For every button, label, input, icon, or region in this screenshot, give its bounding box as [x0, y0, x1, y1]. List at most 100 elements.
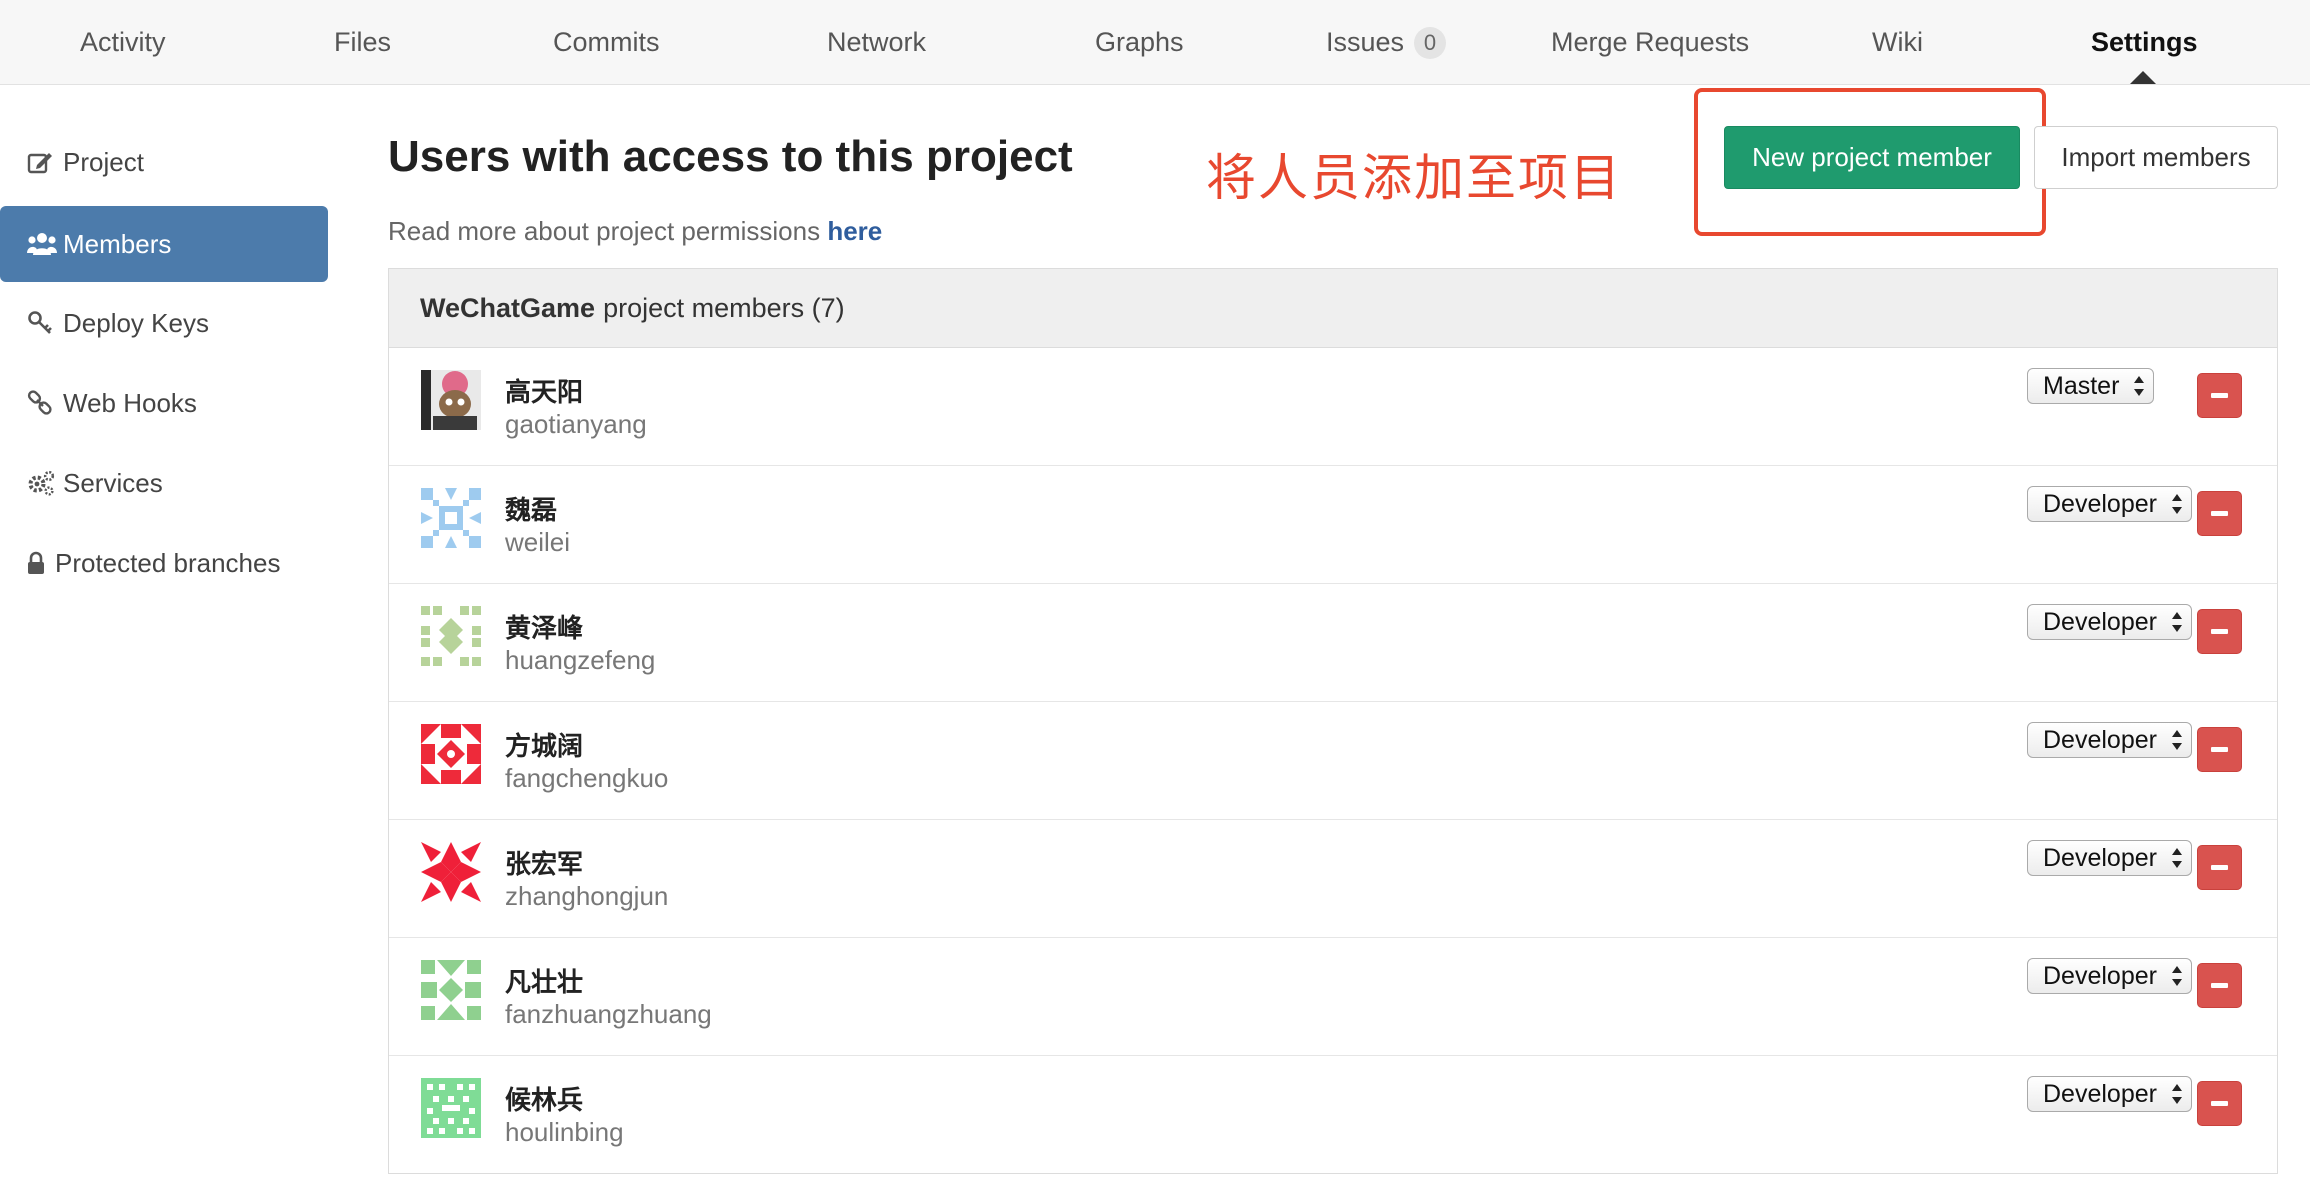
tab-wiki[interactable]: Wiki [1872, 0, 1923, 85]
member-username: gaotianyang [505, 409, 647, 439]
access-level-value: Developer [2043, 843, 2157, 872]
remove-member-button[interactable] [2197, 845, 2242, 890]
member-row: 凡壮壮 fanzhuangzhuang Developer [389, 938, 2277, 1056]
access-level-select[interactable]: Developer [2027, 1076, 2192, 1112]
active-tab-caret-icon [2130, 71, 2156, 84]
select-arrows-icon [2171, 847, 2183, 869]
select-arrows-icon [2171, 493, 2183, 515]
key-icon [27, 310, 59, 336]
permissions-help: Read more about project permissions here [388, 216, 882, 247]
access-level-select[interactable]: Master [2027, 368, 2155, 404]
tab-issues[interactable]: Issues 0 [1326, 0, 1447, 85]
member-name: 候林兵 [505, 1085, 584, 1115]
sidebar-item-label: Deploy Keys [63, 307, 209, 338]
sidebar-item-label: Protected branches [55, 547, 281, 578]
tab-label: Settings [2091, 27, 2198, 57]
member-username: fangchengkuo [505, 763, 669, 793]
member-username: huangzefeng [505, 645, 656, 675]
access-level-select[interactable]: Developer [2027, 722, 2192, 758]
access-level-select[interactable]: Developer [2027, 958, 2192, 994]
access-level-value: Master [2043, 371, 2120, 400]
select-arrows-icon [2171, 1083, 2183, 1105]
sidebar-item-members[interactable]: Members [0, 206, 328, 282]
member-name: 张宏军 [505, 849, 584, 879]
permissions-link[interactable]: here [827, 216, 882, 246]
member-row: 黄泽峰 huangzefeng Developer [389, 584, 2277, 702]
sidebar-item-services[interactable]: Services [0, 445, 328, 521]
issues-count-badge: 0 [1414, 26, 1447, 59]
access-level-value: Developer [2043, 725, 2157, 754]
tab-network[interactable]: Network [827, 0, 926, 85]
link-icon [27, 390, 59, 416]
page-title: Users with access to this project [388, 132, 1073, 181]
members-panel-header: WeChatGame project members (7) [389, 269, 2277, 348]
sidebar-item-protected-branches[interactable]: Protected branches [0, 525, 328, 601]
member-avatar [421, 370, 481, 430]
annotation-text: 将人员添加至项目 [1206, 150, 1622, 206]
tab-activity[interactable]: Activity [80, 0, 166, 85]
tab-graphs[interactable]: Graphs [1095, 0, 1184, 85]
member-avatar [421, 488, 481, 548]
member-avatar [421, 606, 481, 666]
member-row: 张宏军 zhanghongjun Developer [389, 820, 2277, 938]
member-name: 方城阔 [505, 731, 584, 761]
member-avatar [421, 960, 481, 1020]
members-count-label: project members (7) [603, 292, 845, 323]
tab-label: Network [827, 27, 927, 57]
sidebar-item-label: Project [63, 146, 144, 177]
top-navigation: Activity Files Commits Network Graphs Is… [0, 0, 2310, 85]
tab-merge-requests[interactable]: Merge Requests [1551, 0, 1749, 85]
access-level-value: Developer [2043, 961, 2157, 990]
member-row: 方城阔 fangchengkuo Developer [389, 702, 2277, 820]
access-level-select[interactable]: Developer [2027, 840, 2192, 876]
tab-label: Graphs [1095, 27, 1184, 57]
access-level-value: Developer [2043, 607, 2157, 636]
access-level-value: Developer [2043, 489, 2157, 518]
select-arrows-icon [2133, 375, 2145, 397]
import-members-button[interactable]: Import members [2034, 126, 2278, 189]
remove-member-button[interactable] [2197, 963, 2242, 1008]
select-arrows-icon [2171, 965, 2183, 987]
access-level-select[interactable]: Developer [2027, 604, 2192, 640]
tab-files[interactable]: Files [334, 0, 391, 85]
member-name: 凡壮壮 [505, 967, 584, 997]
members-panel: WeChatGame project members (7) 高天阳 gaoti… [388, 268, 2278, 1174]
remove-member-button[interactable] [2197, 727, 2242, 772]
remove-member-button[interactable] [2197, 609, 2242, 654]
tab-label: Merge Requests [1551, 27, 1750, 57]
sidebar-item-deploy-keys[interactable]: Deploy Keys [0, 285, 328, 361]
access-level-value: Developer [2043, 1079, 2157, 1108]
users-icon [27, 231, 59, 257]
edit-icon [27, 149, 59, 175]
permissions-help-text: Read more about project permissions [388, 216, 821, 246]
remove-member-button[interactable] [2197, 373, 2242, 418]
sidebar-item-label: Web Hooks [63, 387, 197, 418]
remove-member-button[interactable] [2197, 1081, 2242, 1126]
member-row: 高天阳 gaotianyang Master [389, 348, 2277, 466]
member-avatar [421, 1078, 481, 1138]
new-project-member-button[interactable]: New project member [1724, 126, 2020, 189]
member-row: 魏磊 weilei Developer [389, 466, 2277, 584]
member-username: weilei [505, 527, 571, 557]
sidebar-item-label: Members [63, 228, 172, 259]
tab-label: Activity [80, 27, 166, 57]
select-arrows-icon [2171, 729, 2183, 751]
member-username: zhanghongjun [505, 881, 669, 911]
tab-commits[interactable]: Commits [553, 0, 660, 85]
tab-label: Commits [553, 27, 660, 57]
remove-member-button[interactable] [2197, 491, 2242, 536]
tab-label: Issues [1326, 27, 1405, 57]
tab-label: Files [334, 27, 392, 57]
member-username: fanzhuangzhuang [505, 999, 712, 1029]
member-avatar [421, 724, 481, 784]
member-username: houlinbing [505, 1117, 624, 1147]
lock-icon [27, 551, 51, 575]
sidebar-item-project[interactable]: Project [0, 124, 328, 200]
member-name: 黄泽峰 [505, 613, 584, 643]
member-row: 候林兵 houlinbing Developer [389, 1056, 2277, 1174]
select-arrows-icon [2171, 611, 2183, 633]
access-level-select[interactable]: Developer [2027, 486, 2192, 522]
sidebar-item-web-hooks[interactable]: Web Hooks [0, 365, 328, 441]
sidebar-item-label: Services [63, 467, 163, 498]
member-name: 魏磊 [505, 495, 558, 525]
